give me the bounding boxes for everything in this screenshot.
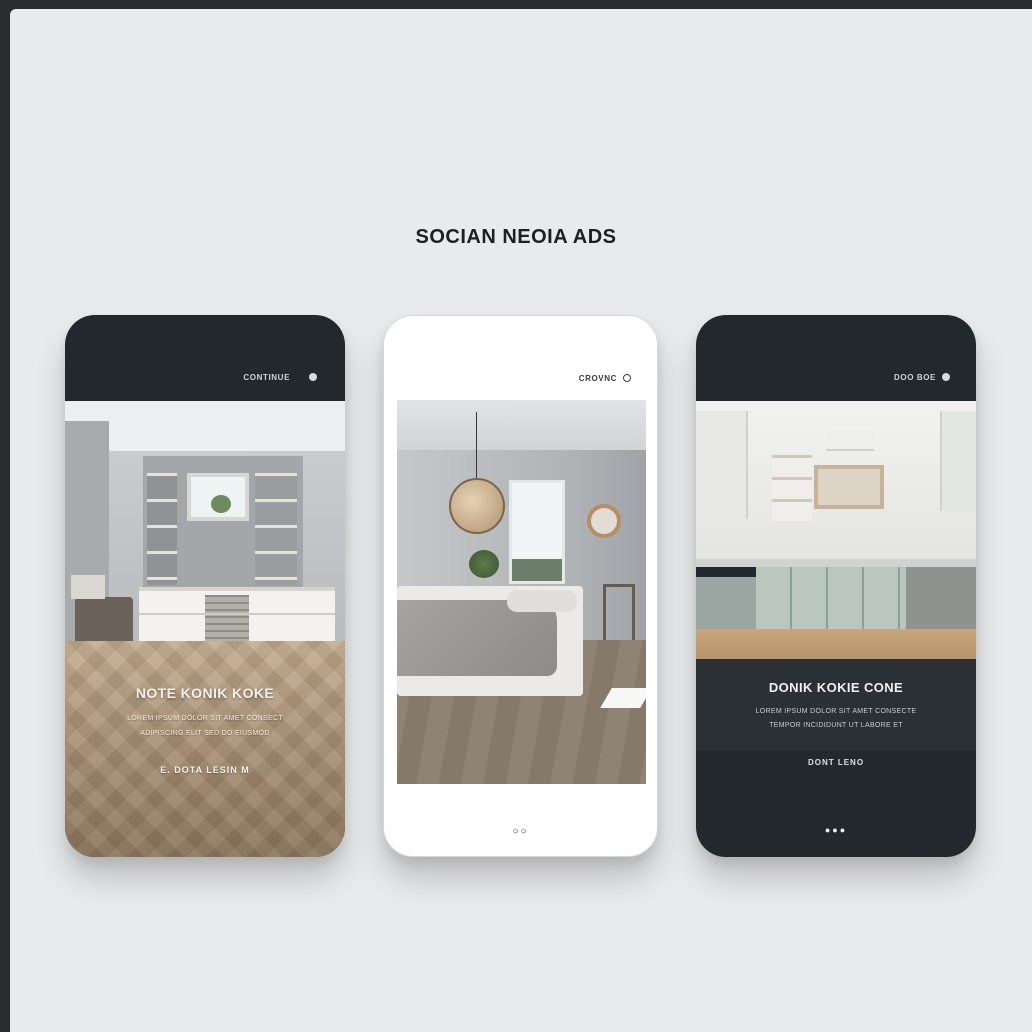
ad-body-line: ADIPISCING ELIT SED DO EIUSMOD xyxy=(140,730,270,737)
ad-headline: NOTE KONIK KOKE xyxy=(135,685,275,701)
ad-cta-link[interactable]: DONT LENO xyxy=(696,758,976,767)
ad-body-line: TEMPOR INCIDIDUNT UT LABORE ET xyxy=(769,722,903,729)
status-bar: CONTINUE xyxy=(65,315,345,401)
phone-mockup-living-room: CONTINUE NOTE KONIK KOKE LOREM IPSUM DOL… xyxy=(65,315,345,857)
living-room-photo xyxy=(65,401,345,857)
pendant-lamp xyxy=(449,478,505,534)
status-bar: CROVNC xyxy=(384,316,657,402)
status-bar: DOO BOE xyxy=(696,315,976,401)
bedroom-photo xyxy=(397,400,646,784)
ad-body: LOREM IPSUM DOLOR SIT AMET CONSECTE TEMP… xyxy=(746,705,926,733)
status-dot-icon xyxy=(623,374,631,382)
status-dot-icon xyxy=(309,373,317,381)
pager-dots[interactable]: ○○ xyxy=(384,826,657,837)
round-mirror xyxy=(587,504,621,538)
status-label: CROVNC xyxy=(578,374,617,383)
ad-headline: DONIK KOKIE CONE xyxy=(768,680,904,695)
page-title: SOCIAN NEOIA ADS xyxy=(415,226,617,248)
ad-body: LOREM IPSUM DOLOR SIT AMET CONSECT ADIPI… xyxy=(119,711,291,741)
status-dot-icon xyxy=(942,373,950,381)
pager-dots[interactable]: ●●● xyxy=(696,825,976,835)
phone-mockup-bedroom: CROVNC ○○ xyxy=(383,315,658,857)
kitchen-photo xyxy=(696,401,976,659)
status-label: DOO BOE xyxy=(894,373,936,382)
ad-cta-link[interactable]: E. DOTA LESIN M xyxy=(65,765,345,775)
status-label: CONTINUE xyxy=(243,373,290,382)
ad-body-line: LOREM IPSUM DOLOR SIT AMET CONSECTE xyxy=(755,708,917,715)
ad-body-line: LOREM IPSUM DOLOR SIT AMET CONSECT xyxy=(127,715,283,722)
phone-mockup-kitchen: DOO BOE DONIK KOKIE CONE LOREM IPSUM DOL… xyxy=(696,315,976,857)
